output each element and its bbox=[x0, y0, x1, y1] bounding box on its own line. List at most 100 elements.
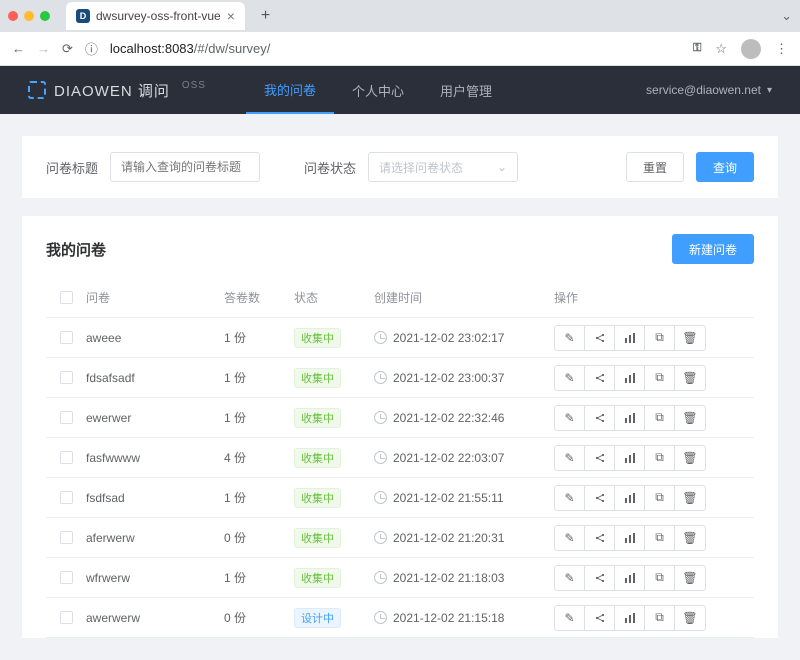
edit-icon[interactable]: ✎ bbox=[555, 486, 585, 510]
edit-icon[interactable]: ✎ bbox=[555, 326, 585, 350]
logo-icon bbox=[28, 81, 46, 99]
created-time: 2021-12-02 22:03:07 bbox=[374, 451, 554, 465]
survey-name[interactable]: wfrwerw bbox=[86, 571, 224, 585]
stats-icon[interactable] bbox=[615, 326, 645, 350]
row-actions: ✎ ⧉🗑 bbox=[554, 605, 706, 631]
delete-icon[interactable]: 🗑 bbox=[675, 566, 705, 590]
status-badge: 设计中 bbox=[294, 608, 341, 628]
created-time: 2021-12-02 21:20:31 bbox=[374, 531, 554, 545]
share-icon[interactable] bbox=[585, 406, 615, 430]
browser-tab[interactable]: D dwsurvey-oss-front-vue × bbox=[66, 2, 245, 30]
new-tab-button[interactable]: + bbox=[261, 7, 270, 25]
nav-back-icon[interactable]: ← bbox=[12, 41, 25, 56]
user-menu[interactable]: service@diaowen.net ▾ bbox=[646, 83, 772, 97]
copy-icon[interactable]: ⧉ bbox=[645, 326, 675, 350]
row-actions: ✎ ⧉🗑 bbox=[554, 445, 706, 471]
created-time: 2021-12-02 21:55:11 bbox=[374, 491, 554, 505]
copy-icon[interactable]: ⧉ bbox=[645, 606, 675, 630]
clock-icon bbox=[374, 611, 387, 624]
brand-logo[interactable]: DIAOWEN 调问 OSS bbox=[28, 80, 206, 101]
survey-name[interactable]: aweee bbox=[86, 331, 224, 345]
share-icon[interactable] bbox=[585, 526, 615, 550]
copy-icon[interactable]: ⧉ bbox=[645, 526, 675, 550]
survey-name[interactable]: aferwerw bbox=[86, 531, 224, 545]
row-checkbox[interactable] bbox=[60, 451, 73, 464]
nav-item[interactable]: 我的问卷 bbox=[246, 66, 334, 114]
delete-icon[interactable]: 🗑 bbox=[675, 606, 705, 630]
survey-name[interactable]: fsdfsad bbox=[86, 491, 224, 505]
key-icon[interactable]: ⚿ bbox=[693, 42, 701, 55]
filter-title-label: 问卷标题 bbox=[46, 158, 98, 177]
window-max-dot[interactable] bbox=[40, 11, 50, 21]
chrome-menu-icon[interactable]: ⋮ bbox=[775, 41, 788, 57]
edit-icon[interactable]: ✎ bbox=[555, 446, 585, 470]
copy-icon[interactable]: ⧉ bbox=[645, 366, 675, 390]
created-time: 2021-12-02 21:18:03 bbox=[374, 571, 554, 585]
nav-item[interactable]: 用户管理 bbox=[422, 66, 510, 114]
edit-icon[interactable]: ✎ bbox=[555, 366, 585, 390]
delete-icon[interactable]: 🗑 bbox=[675, 526, 705, 550]
survey-name[interactable]: ewerwer bbox=[86, 411, 224, 425]
row-checkbox[interactable] bbox=[60, 531, 73, 544]
created-time: 2021-12-02 22:32:46 bbox=[374, 411, 554, 425]
copy-icon[interactable]: ⧉ bbox=[645, 566, 675, 590]
filter-status-select[interactable]: 请选择问卷状态 ⌄ bbox=[368, 152, 518, 182]
search-button[interactable]: 查询 bbox=[696, 152, 754, 182]
share-icon[interactable] bbox=[585, 606, 615, 630]
stats-icon[interactable] bbox=[615, 366, 645, 390]
select-all-checkbox[interactable] bbox=[60, 291, 73, 304]
share-icon[interactable] bbox=[585, 446, 615, 470]
row-actions: ✎ ⧉🗑 bbox=[554, 525, 706, 551]
reset-button[interactable]: 重置 bbox=[626, 152, 684, 182]
copy-icon[interactable]: ⧉ bbox=[645, 406, 675, 430]
survey-name[interactable]: fdsafsadf bbox=[86, 371, 224, 385]
stats-icon[interactable] bbox=[615, 446, 645, 470]
new-survey-button[interactable]: 新建问卷 bbox=[672, 234, 754, 264]
nav-item[interactable]: 个人中心 bbox=[334, 66, 422, 114]
share-icon[interactable] bbox=[585, 326, 615, 350]
window-close-dot[interactable] bbox=[8, 11, 18, 21]
delete-icon[interactable]: 🗑 bbox=[675, 406, 705, 430]
copy-icon[interactable]: ⧉ bbox=[645, 446, 675, 470]
filter-title-input[interactable] bbox=[110, 152, 260, 182]
table-row: awerwerw0 份设计中2021-12-02 21:15:18✎⧉🗑 bbox=[46, 598, 754, 638]
edit-icon[interactable]: ✎ bbox=[555, 526, 585, 550]
row-checkbox[interactable] bbox=[60, 571, 73, 584]
row-checkbox[interactable] bbox=[60, 411, 73, 424]
survey-name[interactable]: awerwerw bbox=[86, 611, 224, 625]
edit-icon[interactable]: ✎ bbox=[555, 606, 585, 630]
stats-icon[interactable] bbox=[615, 406, 645, 430]
row-checkbox[interactable] bbox=[60, 611, 73, 624]
stats-icon[interactable] bbox=[615, 486, 645, 510]
copy-icon[interactable]: ⧉ bbox=[645, 486, 675, 510]
delete-icon[interactable]: 🗑 bbox=[675, 446, 705, 470]
site-info-icon[interactable]: ⓘ bbox=[85, 39, 98, 58]
row-checkbox[interactable] bbox=[60, 491, 73, 504]
stats-icon[interactable] bbox=[615, 606, 645, 630]
share-icon[interactable] bbox=[585, 566, 615, 590]
nav-reload-icon[interactable]: ⟳ bbox=[62, 41, 73, 57]
window-min-dot[interactable] bbox=[24, 11, 34, 21]
delete-icon[interactable]: 🗑 bbox=[675, 326, 705, 350]
survey-name[interactable]: fasfwwww bbox=[86, 451, 224, 465]
tabs-overflow-icon[interactable]: ⌄ bbox=[781, 8, 792, 24]
delete-icon[interactable]: 🗑 bbox=[675, 366, 705, 390]
edit-icon[interactable]: ✎ bbox=[555, 566, 585, 590]
delete-icon[interactable]: 🗑 bbox=[675, 486, 705, 510]
answer-count: 1 份 bbox=[224, 409, 294, 426]
share-icon[interactable] bbox=[585, 486, 615, 510]
profile-avatar[interactable] bbox=[741, 39, 761, 59]
stats-icon[interactable] bbox=[615, 526, 645, 550]
filter-bar: 问卷标题 问卷状态 请选择问卷状态 ⌄ 重置 查询 bbox=[22, 136, 778, 198]
row-checkbox[interactable] bbox=[60, 331, 73, 344]
table-row: fasfwwww4 份收集中2021-12-02 22:03:07✎⧉🗑 bbox=[46, 438, 754, 478]
row-checkbox[interactable] bbox=[60, 371, 73, 384]
status-badge: 收集中 bbox=[294, 568, 341, 588]
col-count: 答卷数 bbox=[224, 289, 294, 306]
close-icon[interactable]: × bbox=[227, 8, 235, 24]
stats-icon[interactable] bbox=[615, 566, 645, 590]
share-icon[interactable] bbox=[585, 366, 615, 390]
url-field[interactable]: localhost:8083/#/dw/survey/ bbox=[110, 41, 681, 56]
edit-icon[interactable]: ✎ bbox=[555, 406, 585, 430]
bookmark-icon[interactable]: ☆ bbox=[715, 41, 727, 57]
